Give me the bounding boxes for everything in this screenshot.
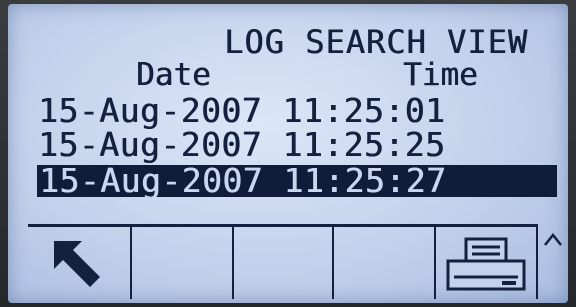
- screen-title: LOG SEARCH VIEW: [224, 23, 528, 61]
- scroll-up-indicator[interactable]: [542, 230, 564, 252]
- display-bezel: LOG SEARCH VIEW Date Time 15-Aug-2007 11…: [0, 0, 576, 307]
- softkey-3[interactable]: [234, 227, 334, 299]
- log-entry-row[interactable]: 15-Aug-2007 11:25:01: [38, 94, 445, 127]
- softkey-4[interactable]: [334, 227, 436, 299]
- log-entry-row[interactable]: 15-Aug-2007 11:25:25: [38, 128, 445, 161]
- softkey-print[interactable]: [436, 227, 538, 299]
- exit-arrow-icon: [52, 239, 104, 291]
- softkey-exit[interactable]: [28, 227, 132, 299]
- scroll-up-icon: [542, 230, 564, 252]
- log-entry-row-selected[interactable]: 15-Aug-2007 11:25:27: [37, 164, 557, 197]
- lcd-screen: LOG SEARCH VIEW Date Time 15-Aug-2007 11…: [8, 4, 568, 303]
- softkey-2[interactable]: [132, 227, 234, 299]
- date-column-header: Date: [136, 57, 211, 93]
- softkey-bar: [28, 224, 566, 300]
- time-column-header: Time: [403, 57, 478, 93]
- printer-icon: [444, 237, 530, 293]
